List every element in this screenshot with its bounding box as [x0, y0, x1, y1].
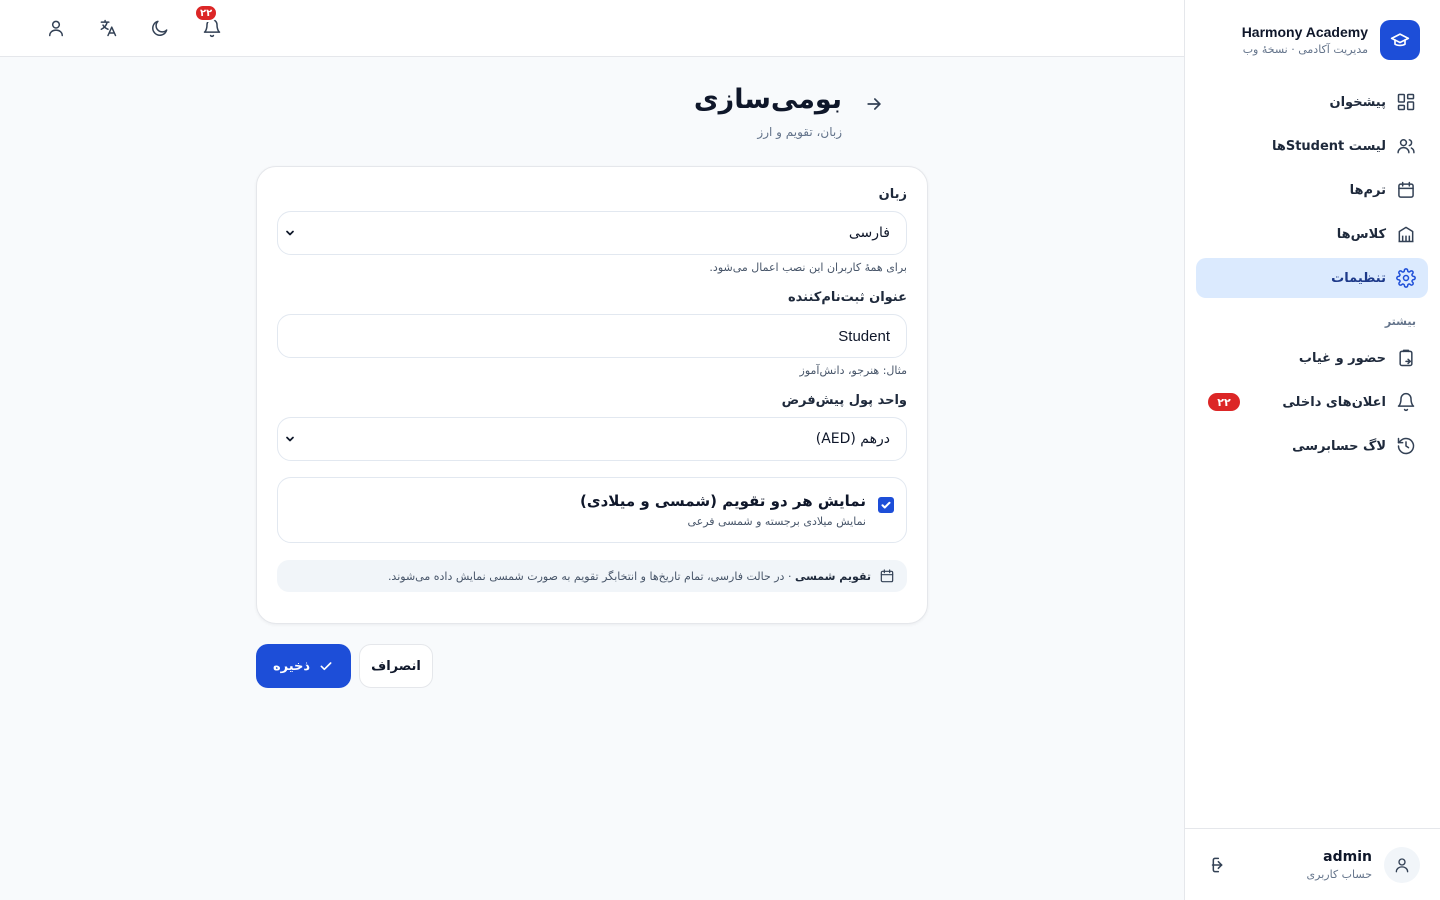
page-subtitle: زبان، تقویم و ارز	[757, 125, 842, 139]
sidebar: Harmony Academy مدیریت آکادمی · نسخهٔ وب…	[1184, 0, 1440, 900]
chevron-down-icon	[284, 433, 296, 445]
sidebar-user: admin حساب کاربری	[1185, 828, 1440, 900]
page-title: بومی‌سازی	[693, 84, 842, 115]
localization-card: زبان فارسی برای همهٔ کاربران این نصب اعم…	[256, 166, 928, 624]
currency-label: واحد پول پیش‌فرض	[781, 393, 907, 408]
sidebar-item-classes[interactable]: کلاس‌ها	[1196, 214, 1428, 254]
calendar-info-rest: · در حالت فارسی، تمام تاریخ‌ها و انتخابگ…	[387, 569, 795, 583]
sidebar-item-label: تنظیمات	[1331, 270, 1386, 286]
logout-icon	[1210, 855, 1230, 875]
sidebar-item-label: لاگ حسابرسی	[1292, 438, 1386, 454]
sidebar-item-dashboard[interactable]: پیشخوان	[1196, 82, 1428, 122]
language-help: برای همهٔ کاربران این نصب اعمال می‌شود.	[709, 261, 907, 274]
save-button-label: ذخیره	[272, 658, 311, 674]
calendar-info-note: تقویم شمسی · در حالت فارسی، تمام تاریخ‌ه…	[277, 560, 907, 592]
history-icon	[1396, 436, 1416, 456]
back-button[interactable]	[860, 94, 884, 118]
dual-calendar-subtitle: نمایش میلادی برجسته و شمسی فرعی	[687, 515, 866, 528]
calendar-icon	[879, 568, 895, 584]
dual-calendar-title: نمایش هر دو تقویم (شمسی و میلادی)	[580, 492, 866, 510]
building-icon	[1396, 224, 1416, 244]
notifications-button[interactable]: ۲۲	[192, 4, 232, 48]
sidebar-item-notifications[interactable]: اعلان‌های داخلی ۲۲	[1196, 382, 1428, 422]
language-button[interactable]	[88, 8, 128, 48]
cancel-button[interactable]: انصراف	[359, 644, 433, 688]
brand: Harmony Academy مدیریت آکادمی · نسخهٔ وب	[1242, 20, 1420, 60]
enrollee-title-help: مثال: هنرجو، دانش‌آموز	[799, 364, 907, 377]
sidebar-item-label: ترم‌ها	[1349, 182, 1386, 198]
sidebar-item-students[interactable]: لیست Studentها	[1196, 126, 1428, 166]
check-icon	[880, 499, 892, 511]
sidebar-item-label: لیست Studentها	[1271, 138, 1386, 154]
sidebar-item-label: حضور و غیاب	[1298, 350, 1386, 366]
chevron-down-icon	[284, 227, 296, 239]
gear-icon	[1396, 268, 1416, 288]
enrollee-title-value: Student	[838, 327, 890, 345]
check-icon	[318, 658, 334, 674]
language-select[interactable]: فارسی	[277, 211, 907, 255]
dashboard-icon	[1396, 92, 1416, 112]
sidebar-item-label: کلاس‌ها	[1336, 226, 1386, 242]
sidebar-item-label: پیشخوان	[1329, 94, 1387, 110]
currency-select[interactable]: درهم (AED)	[277, 417, 907, 461]
arrow-right-icon	[860, 94, 884, 114]
sidebar-item-attendance[interactable]: حضور و غیاب	[1196, 338, 1428, 378]
bell-icon	[1396, 392, 1416, 412]
sidebar-item-terms[interactable]: ترم‌ها	[1196, 170, 1428, 210]
topbar-actions: ۲۲	[36, 4, 232, 48]
save-button[interactable]: ذخیره	[256, 644, 351, 688]
form-actions: ذخیره انصراف	[256, 644, 433, 688]
profile-button[interactable]	[36, 8, 76, 48]
user-name: admin	[1323, 848, 1372, 865]
language-label: زبان	[878, 187, 907, 202]
translate-icon	[98, 18, 118, 38]
calendar-icon	[1396, 180, 1416, 200]
sidebar-item-audit-log[interactable]: لاگ حسابرسی	[1196, 426, 1428, 466]
calendar-info-bold: تقویم شمسی	[794, 569, 871, 583]
user-icon	[46, 18, 66, 38]
sidebar-section-more: بیشتر	[1384, 315, 1416, 328]
notifications-badge: ۲۲	[1208, 393, 1240, 411]
clipboard-icon	[1396, 348, 1416, 368]
topbar: ۲۲	[0, 0, 1184, 57]
user-role: حساب کاربری	[1306, 867, 1372, 881]
sidebar-item-label: اعلان‌های داخلی	[1282, 394, 1386, 410]
moon-icon	[150, 18, 170, 38]
theme-toggle-button[interactable]	[140, 8, 180, 48]
currency-select-value: درهم (AED)	[815, 431, 890, 447]
dual-calendar-option[interactable]: نمایش هر دو تقویم (شمسی و میلادی) نمایش …	[277, 477, 907, 543]
sidebar-item-settings[interactable]: تنظیمات	[1196, 258, 1428, 298]
avatar	[1384, 846, 1420, 883]
sidebar-nav: پیشخوان لیست Studentها ترم‌ها کلاس‌ها تن…	[1196, 82, 1428, 470]
logout-button[interactable]	[1205, 850, 1235, 880]
language-select-value: فارسی	[848, 225, 890, 241]
brand-name: Harmony Academy	[1241, 24, 1368, 40]
enrollee-title-input[interactable]: Student	[277, 314, 907, 358]
calendar-info-text: تقویم شمسی · در حالت فارسی، تمام تاریخ‌ه…	[388, 570, 871, 583]
dual-calendar-checkbox[interactable]	[878, 497, 894, 513]
page-header: بومی‌سازی زبان، تقویم و ارز	[694, 84, 884, 139]
users-icon	[1396, 136, 1416, 156]
brand-subtitle: مدیریت آکادمی · نسخهٔ وب	[1242, 43, 1368, 56]
graduation-cap-icon	[1380, 20, 1420, 60]
enrollee-title-label: عنوان ثبت‌نام‌کننده	[787, 290, 907, 305]
notifications-count-badge: ۲۲	[194, 4, 219, 22]
